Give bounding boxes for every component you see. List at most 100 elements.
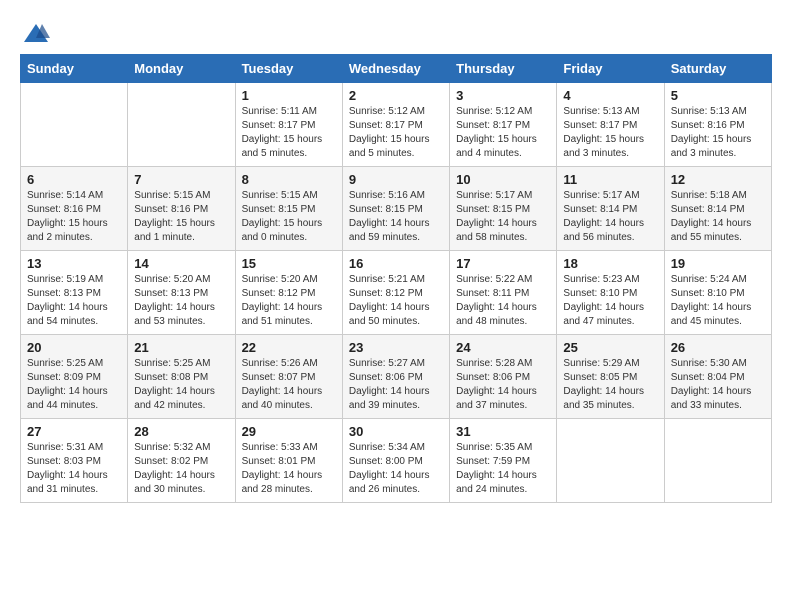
header-saturday: Saturday [664, 55, 771, 83]
calendar-header-row: SundayMondayTuesdayWednesdayThursdayFrid… [21, 55, 772, 83]
calendar-cell: 17 Sunrise: 5:22 AMSunset: 8:11 PMDayligh… [450, 251, 557, 335]
header-wednesday: Wednesday [342, 55, 449, 83]
calendar-cell: 2 Sunrise: 5:12 AMSunset: 8:17 PMDaylight… [342, 83, 449, 167]
calendar-cell [128, 83, 235, 167]
day-detail: Sunrise: 5:21 AMSunset: 8:12 PMDaylight:… [349, 273, 443, 329]
calendar-cell: 25 Sunrise: 5:29 AMSunset: 8:05 PMDayligh… [557, 335, 664, 419]
calendar-week-4: 20Sunrise: 5:25 AMSunset: 8:09 PMDayligh… [21, 335, 772, 419]
day-detail: Sunrise: 5:27 AMSunset: 8:06 PMDaylight:… [349, 357, 443, 413]
day-detail: Sunrise: 5:15 AMSunset: 8:16 PMDaylight:… [134, 189, 228, 245]
calendar-cell [557, 419, 664, 503]
day-number: 4 [563, 88, 657, 103]
calendar-cell: 29 Sunrise: 5:33 AMSunset: 8:01 PMDayligh… [235, 419, 342, 503]
day-detail: Sunrise: 5:25 AMSunset: 8:09 PMDaylight:… [27, 357, 121, 413]
day-detail: Sunrise: 5:26 AMSunset: 8:07 PMDaylight:… [242, 357, 336, 413]
day-detail: Sunrise: 5:25 AMSunset: 8:08 PMDaylight:… [134, 357, 228, 413]
calendar-cell: 14 Sunrise: 5:20 AMSunset: 8:13 PMDayligh… [128, 251, 235, 335]
day-number: 2 [349, 88, 443, 103]
calendar-cell: 18Sunrise: 5:23 AMSunset: 8:10 PMDayligh… [557, 251, 664, 335]
calendar-week-2: 6 Sunrise: 5:14 AMSunset: 8:16 PMDaylight… [21, 167, 772, 251]
day-number: 12 [671, 172, 765, 187]
day-detail: Sunrise: 5:33 AMSunset: 8:01 PMDaylight:… [242, 441, 336, 497]
day-number: 26 [671, 340, 765, 355]
day-number: 17 [456, 256, 550, 271]
day-number: 11 [563, 172, 657, 187]
day-number: 28 [134, 424, 228, 439]
calendar-cell: 27Sunrise: 5:31 AMSunset: 8:03 PMDayligh… [21, 419, 128, 503]
day-number: 19 [671, 256, 765, 271]
day-number: 29 [242, 424, 336, 439]
calendar-cell: 5Sunrise: 5:13 AMSunset: 8:16 PMDaylight… [664, 83, 771, 167]
calendar-cell: 6 Sunrise: 5:14 AMSunset: 8:16 PMDaylight… [21, 167, 128, 251]
header-sunday: Sunday [21, 55, 128, 83]
day-detail: Sunrise: 5:24 AMSunset: 8:10 PMDaylight:… [671, 273, 765, 329]
day-detail: Sunrise: 5:20 AMSunset: 8:13 PMDaylight:… [134, 273, 228, 329]
day-detail: Sunrise: 5:12 AMSunset: 8:17 PMDaylight:… [349, 105, 443, 161]
day-detail: Sunrise: 5:34 AMSunset: 8:00 PMDaylight:… [349, 441, 443, 497]
calendar-cell: 4 Sunrise: 5:13 AMSunset: 8:17 PMDaylight… [557, 83, 664, 167]
day-number: 14 [134, 256, 228, 271]
calendar-week-5: 27Sunrise: 5:31 AMSunset: 8:03 PMDayligh… [21, 419, 772, 503]
day-detail: Sunrise: 5:17 AMSunset: 8:15 PMDaylight:… [456, 189, 550, 245]
calendar-cell: 26Sunrise: 5:30 AMSunset: 8:04 PMDayligh… [664, 335, 771, 419]
calendar-week-3: 13 Sunrise: 5:19 AMSunset: 8:13 PMDayligh… [21, 251, 772, 335]
day-detail: Sunrise: 5:13 AMSunset: 8:17 PMDaylight:… [563, 105, 657, 161]
day-detail: Sunrise: 5:11 AMSunset: 8:17 PMDaylight:… [242, 105, 336, 161]
day-number: 6 [27, 172, 121, 187]
day-detail: Sunrise: 5:14 AMSunset: 8:16 PMDaylight:… [27, 189, 121, 245]
day-number: 24 [456, 340, 550, 355]
calendar-cell: 21 Sunrise: 5:25 AMSunset: 8:08 PMDayligh… [128, 335, 235, 419]
day-detail: Sunrise: 5:22 AMSunset: 8:11 PMDaylight:… [456, 273, 550, 329]
day-number: 3 [456, 88, 550, 103]
day-detail: Sunrise: 5:17 AMSunset: 8:14 PMDaylight:… [563, 189, 657, 245]
day-detail: Sunrise: 5:35 AMSunset: 7:59 PMDaylight:… [456, 441, 550, 497]
calendar-cell: 7 Sunrise: 5:15 AMSunset: 8:16 PMDaylight… [128, 167, 235, 251]
day-number: 7 [134, 172, 228, 187]
day-number: 30 [349, 424, 443, 439]
header-friday: Friday [557, 55, 664, 83]
header-thursday: Thursday [450, 55, 557, 83]
day-number: 13 [27, 256, 121, 271]
calendar-week-1: 1Sunrise: 5:11 AMSunset: 8:17 PMDaylight… [21, 83, 772, 167]
day-number: 15 [242, 256, 336, 271]
calendar-cell [664, 419, 771, 503]
day-number: 21 [134, 340, 228, 355]
calendar-cell: 20Sunrise: 5:25 AMSunset: 8:09 PMDayligh… [21, 335, 128, 419]
calendar-cell: 9 Sunrise: 5:16 AMSunset: 8:15 PMDaylight… [342, 167, 449, 251]
day-detail: Sunrise: 5:29 AMSunset: 8:05 PMDaylight:… [563, 357, 657, 413]
day-number: 23 [349, 340, 443, 355]
calendar-cell: 12Sunrise: 5:18 AMSunset: 8:14 PMDayligh… [664, 167, 771, 251]
day-number: 31 [456, 424, 550, 439]
header-monday: Monday [128, 55, 235, 83]
day-detail: Sunrise: 5:20 AMSunset: 8:12 PMDaylight:… [242, 273, 336, 329]
day-detail: Sunrise: 5:19 AMSunset: 8:13 PMDaylight:… [27, 273, 121, 329]
calendar-cell: 16 Sunrise: 5:21 AMSunset: 8:12 PMDayligh… [342, 251, 449, 335]
calendar-cell: 11 Sunrise: 5:17 AMSunset: 8:14 PMDayligh… [557, 167, 664, 251]
day-number: 16 [349, 256, 443, 271]
day-detail: Sunrise: 5:28 AMSunset: 8:06 PMDaylight:… [456, 357, 550, 413]
day-detail: Sunrise: 5:23 AMSunset: 8:10 PMDaylight:… [563, 273, 657, 329]
calendar-cell: 15 Sunrise: 5:20 AMSunset: 8:12 PMDayligh… [235, 251, 342, 335]
header-tuesday: Tuesday [235, 55, 342, 83]
calendar-cell: 28 Sunrise: 5:32 AMSunset: 8:02 PMDayligh… [128, 419, 235, 503]
day-number: 5 [671, 88, 765, 103]
calendar-cell: 31 Sunrise: 5:35 AMSunset: 7:59 PMDayligh… [450, 419, 557, 503]
calendar-cell: 30 Sunrise: 5:34 AMSunset: 8:00 PMDayligh… [342, 419, 449, 503]
day-detail: Sunrise: 5:15 AMSunset: 8:15 PMDaylight:… [242, 189, 336, 245]
calendar-cell: 22Sunrise: 5:26 AMSunset: 8:07 PMDayligh… [235, 335, 342, 419]
day-number: 8 [242, 172, 336, 187]
calendar-cell: 24 Sunrise: 5:28 AMSunset: 8:06 PMDayligh… [450, 335, 557, 419]
logo-icon [22, 20, 50, 48]
day-number: 10 [456, 172, 550, 187]
calendar-cell: 10 Sunrise: 5:17 AMSunset: 8:15 PMDayligh… [450, 167, 557, 251]
page-header [20, 20, 772, 44]
day-detail: Sunrise: 5:32 AMSunset: 8:02 PMDaylight:… [134, 441, 228, 497]
day-detail: Sunrise: 5:12 AMSunset: 8:17 PMDaylight:… [456, 105, 550, 161]
day-number: 27 [27, 424, 121, 439]
day-number: 25 [563, 340, 657, 355]
calendar-cell: 1Sunrise: 5:11 AMSunset: 8:17 PMDaylight… [235, 83, 342, 167]
logo [20, 20, 50, 44]
calendar-cell: 23 Sunrise: 5:27 AMSunset: 8:06 PMDayligh… [342, 335, 449, 419]
day-number: 9 [349, 172, 443, 187]
day-detail: Sunrise: 5:16 AMSunset: 8:15 PMDaylight:… [349, 189, 443, 245]
